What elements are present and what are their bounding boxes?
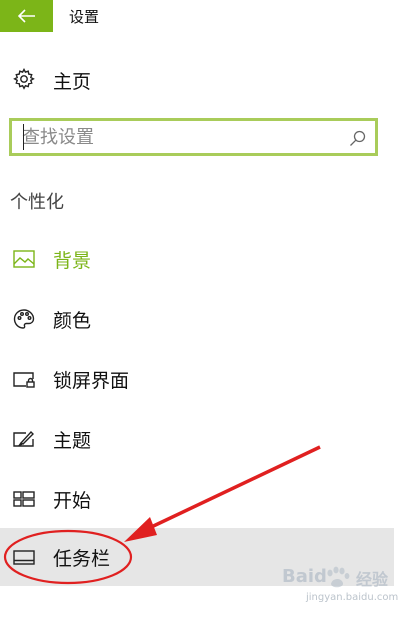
picture-icon [13, 250, 35, 268]
nav-item-colors[interactable]: 颜色 [0, 290, 394, 348]
nav-item-start[interactable]: 开始 [0, 470, 394, 528]
lock-screen-icon [13, 372, 35, 388]
nav-item-background[interactable]: 背景 [0, 230, 394, 288]
title-bar: 设置 [0, 0, 394, 32]
nav-item-label: 背景 [53, 250, 92, 272]
search-input[interactable] [22, 124, 342, 150]
watermark-url: jingyan.baidu.com [306, 592, 399, 603]
baidu-watermark: Baid 经验 jingyan.baidu.com [280, 562, 410, 612]
home-label: 主页 [53, 71, 92, 93]
palette-icon [13, 309, 35, 329]
nav-item-themes[interactable]: 主题 [0, 410, 394, 468]
home-link[interactable]: 主页 [0, 58, 394, 102]
watermark-brand-cn: 经验 [356, 570, 389, 589]
nav-item-label: 开始 [53, 490, 92, 512]
nav-item-label: 锁屏界面 [53, 370, 130, 392]
paw-icon [327, 566, 350, 588]
start-icon [13, 491, 35, 507]
nav-item-lock-screen[interactable]: 锁屏界面 [0, 350, 394, 408]
gear-icon [13, 68, 35, 90]
theme-icon [13, 430, 34, 447]
search-box[interactable] [9, 118, 378, 156]
text-caret [23, 124, 24, 150]
nav-item-label: 颜色 [53, 310, 92, 332]
watermark-brand: Baid [282, 566, 327, 587]
window-title: 设置 [69, 8, 100, 26]
search-icon[interactable] [349, 129, 367, 147]
nav-item-label: 主题 [53, 430, 92, 452]
nav-item-label: 任务栏 [53, 548, 111, 570]
section-heading: 个性化 [10, 192, 64, 213]
taskbar-icon [13, 550, 35, 565]
back-arrow-icon [17, 9, 35, 23]
back-button[interactable] [0, 0, 53, 32]
